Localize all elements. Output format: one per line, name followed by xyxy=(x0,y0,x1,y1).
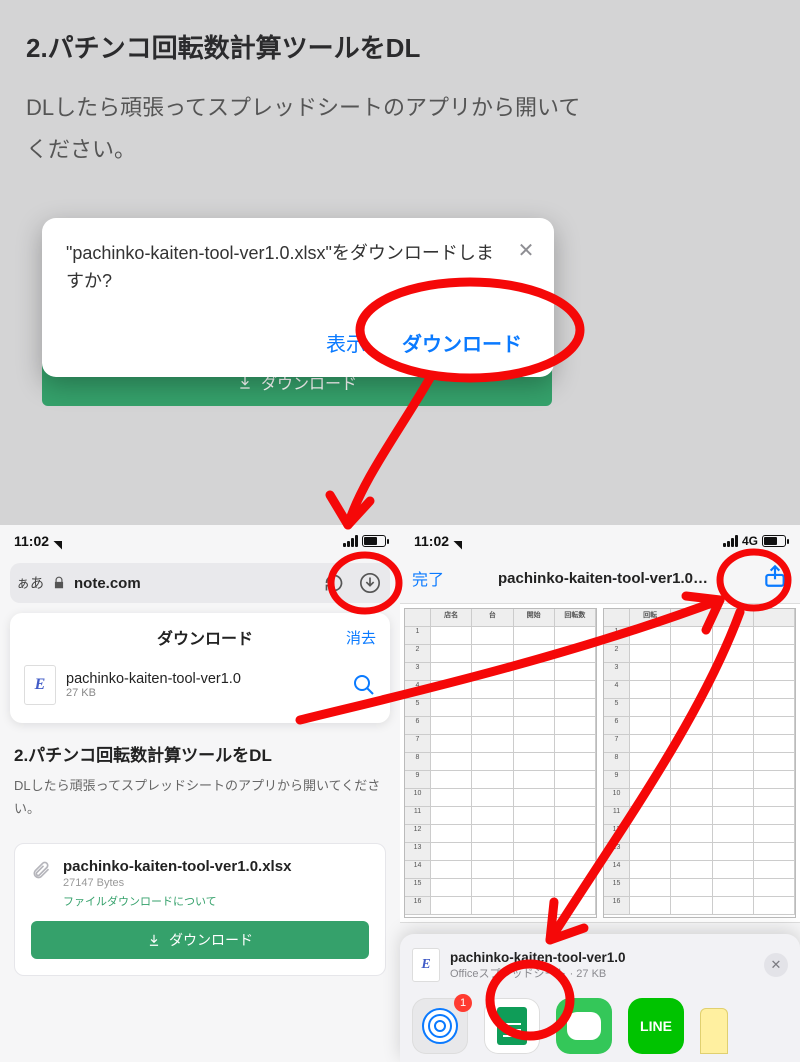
downloads-title: ダウンロード xyxy=(64,625,346,649)
battery-icon xyxy=(362,535,386,547)
attachment-download-button[interactable]: ダウンロード xyxy=(31,921,369,959)
download-file-name: pachinko-kaiten-tool-ver1.0 xyxy=(66,671,342,687)
status-time: 11:02 xyxy=(14,533,49,549)
airdrop-icon[interactable]: 1 xyxy=(412,998,468,1054)
location-icon xyxy=(54,533,71,550)
status-bar: 11:02 xyxy=(0,525,400,553)
battery-icon xyxy=(762,535,786,547)
download-file-size: 27 KB xyxy=(66,687,342,699)
file-icon: E xyxy=(412,948,440,982)
page-heading: 2.パチンコ回転数計算ツールをDL xyxy=(26,28,774,65)
clear-button[interactable]: 消去 xyxy=(346,627,376,648)
status-time: 11:02 xyxy=(414,533,449,549)
page-subtext: DLしたら頑張ってスプレッドシートのアプリから開いてください。 xyxy=(26,87,586,171)
reader-icon[interactable]: ぁあ xyxy=(16,573,44,593)
location-icon xyxy=(454,533,471,550)
dialog-message: "pachinko-kaiten-tool-ver1.0.xlsx"をダウンロー… xyxy=(66,240,530,296)
network-label: 4G xyxy=(742,534,758,548)
safari-screenshot: 11:02 ぁあ note.com ダウンロード 消去 xyxy=(0,525,400,1062)
share-sheet: E pachinko-kaiten-tool-ver1.0 Officeスプレッ… xyxy=(400,934,800,1062)
reload-icon[interactable] xyxy=(320,569,348,597)
close-icon[interactable]: ✕ xyxy=(514,238,538,262)
share-icon[interactable] xyxy=(762,563,788,594)
messages-icon[interactable] xyxy=(556,998,612,1054)
downloads-icon[interactable] xyxy=(356,569,384,597)
airdrop-badge: 1 xyxy=(454,994,472,1012)
page-heading: 2.パチンコ回転数計算ツールをDL xyxy=(14,741,386,766)
url-text: note.com xyxy=(74,575,141,592)
top-panel: 2.パチンコ回転数計算ツールをDL DLしたら頑張ってスプレッドシートのアプリか… xyxy=(0,0,800,525)
file-icon: E xyxy=(24,665,56,705)
download-button[interactable]: ダウンロード xyxy=(394,324,530,361)
preview-share-screenshot: 11:02 4G 完了 pachinko-kaiten-tool-ver1.0…… xyxy=(400,525,800,1062)
view-button[interactable]: 表示 xyxy=(318,324,374,361)
close-icon[interactable]: ✕ xyxy=(764,953,788,977)
share-file-meta: Officeスプレッドシート · 27 KB xyxy=(450,965,626,981)
google-sheets-icon[interactable] xyxy=(484,998,540,1054)
attachment-size: 27147 Bytes xyxy=(63,877,291,889)
page-subtext: DLしたら頑張ってスプレッドシートのアプリから開いてください。 xyxy=(14,774,386,821)
line-icon[interactable]: LINE xyxy=(628,998,684,1054)
download-item[interactable]: E pachinko-kaiten-tool-ver1.0 27 KB xyxy=(24,659,376,711)
paperclip-icon xyxy=(31,860,51,880)
share-file-name: pachinko-kaiten-tool-ver1.0 xyxy=(450,950,626,965)
preview-header: 完了 pachinko-kaiten-tool-ver1.0… xyxy=(400,553,800,595)
attachment-name: pachinko-kaiten-tool-ver1.0.xlsx xyxy=(63,858,291,875)
done-button[interactable]: 完了 xyxy=(412,566,444,590)
downloads-panel: ダウンロード 消去 E pachinko-kaiten-tool-ver1.0 … xyxy=(10,613,390,723)
attachment-card: pachinko-kaiten-tool-ver1.0.xlsx 27147 B… xyxy=(14,843,386,976)
search-icon[interactable] xyxy=(352,673,376,697)
share-app-row: 1 LINE xyxy=(412,998,788,1054)
signal-icon xyxy=(723,535,738,547)
notes-icon[interactable] xyxy=(700,1008,728,1054)
download-dialog: "pachinko-kaiten-tool-ver1.0.xlsx"をダウンロー… xyxy=(42,218,554,377)
attachment-info-link[interactable]: ファイルダウンロードについて xyxy=(63,893,291,909)
spreadsheet-preview[interactable]: 店名台開始回転数12345678910111213141516 回転123456… xyxy=(400,603,800,923)
preview-title: pachinko-kaiten-tool-ver1.0… xyxy=(498,570,708,587)
signal-icon xyxy=(343,535,358,547)
lock-icon xyxy=(52,576,66,590)
status-bar: 11:02 4G xyxy=(400,525,800,553)
address-bar[interactable]: ぁあ note.com xyxy=(10,563,390,603)
